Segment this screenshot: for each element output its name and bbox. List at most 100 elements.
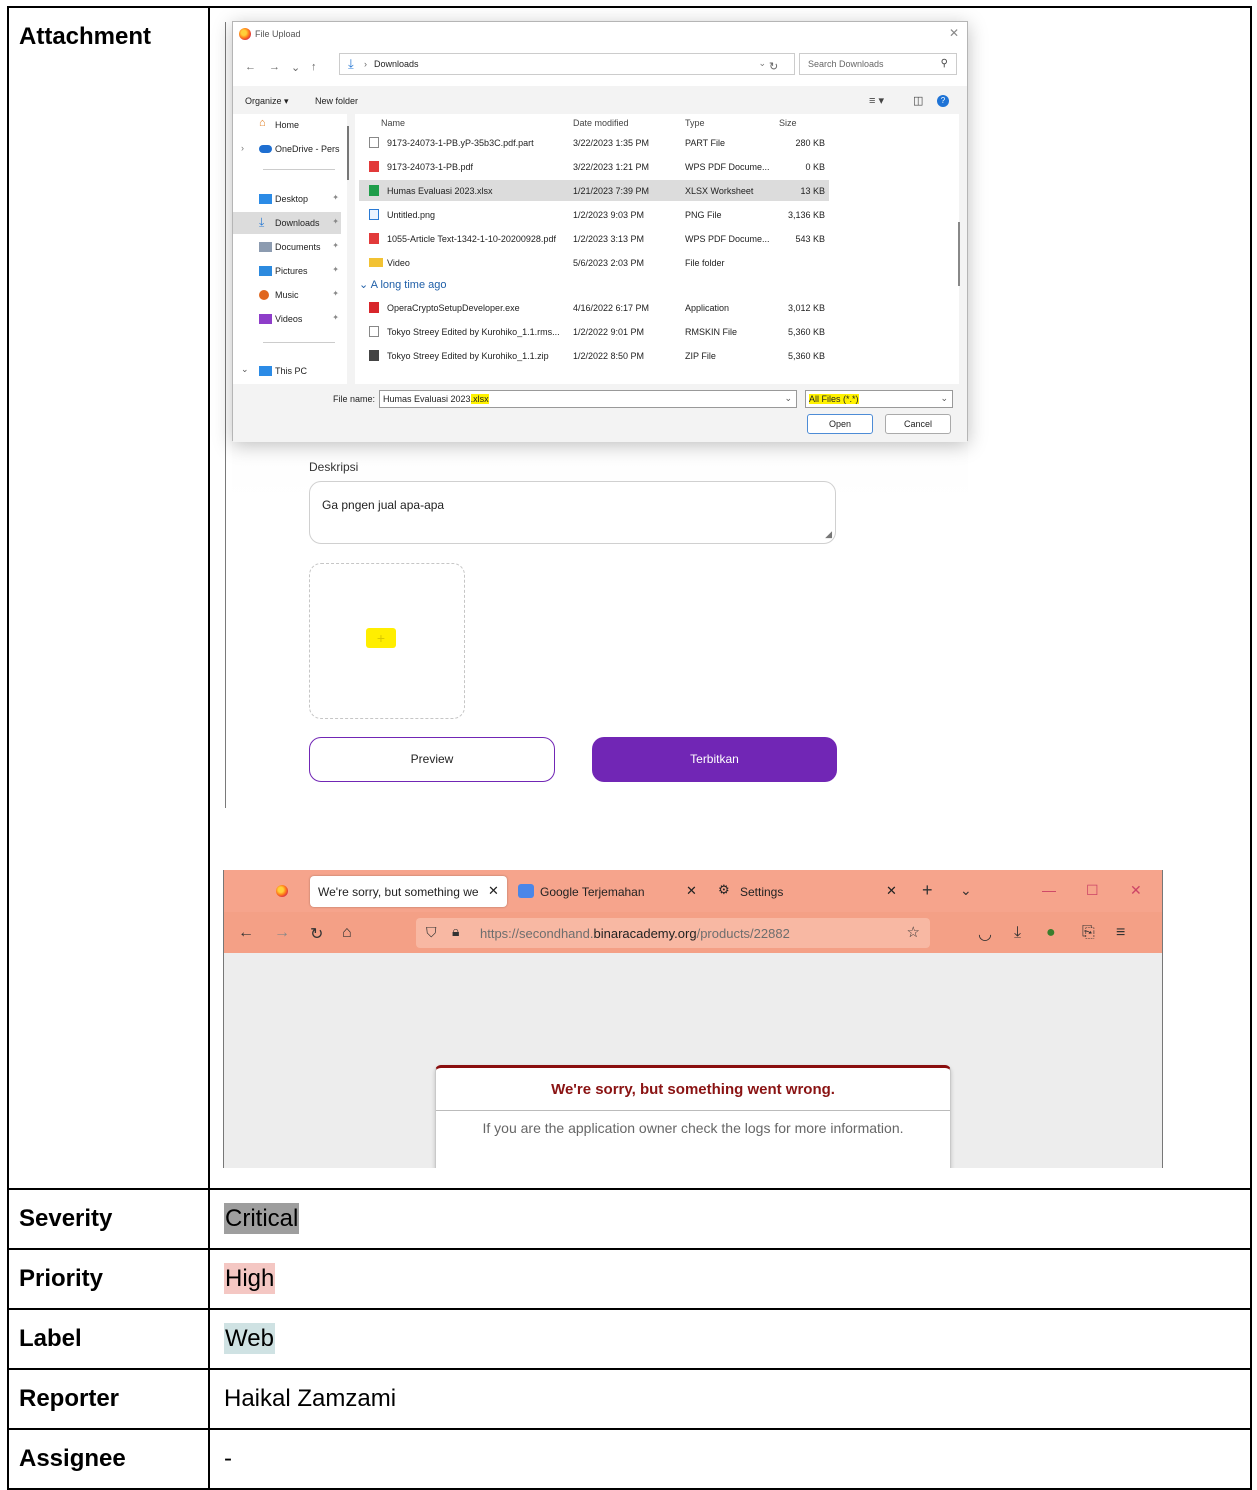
nav-item-desktop[interactable]: Desktop ✦: [233, 188, 341, 210]
expand-chevron-icon[interactable]: ›: [241, 143, 244, 153]
firefox-logo-icon[interactable]: [276, 885, 288, 897]
reporter-label: Reporter: [7, 1368, 210, 1430]
help-icon[interactable]: ?: [937, 95, 949, 107]
column-type[interactable]: Type: [685, 118, 705, 128]
file-row[interactable]: 9173-24073-1-PB.pdf 3/22/2023 1:21 PM WP…: [359, 156, 829, 177]
cancel-button[interactable]: Cancel: [885, 414, 951, 434]
tab-error[interactable]: We're sorry, but something went wrong ✕: [310, 876, 507, 907]
extension-icon[interactable]: ●: [1046, 924, 1056, 942]
file-row[interactable]: 1055-Article Text-1342-1-10-20200928.pdf…: [359, 228, 829, 249]
file-row[interactable]: 9173-24073-1-PB.yP-35b3C.pdf.part 3/22/2…: [359, 132, 829, 153]
assignee-value: -: [208, 1428, 1252, 1490]
folder-icon: [369, 258, 383, 267]
search-input[interactable]: Search Downloads ⚲: [799, 53, 957, 75]
column-size[interactable]: Size: [779, 118, 797, 128]
file-list-scrollbar[interactable]: [958, 222, 960, 286]
nav-item-documents[interactable]: Documents ✦: [233, 236, 341, 258]
nav-item-videos[interactable]: Videos ✦: [233, 308, 341, 330]
chevron-down-icon[interactable]: ⌄: [784, 393, 792, 404]
close-tab-icon[interactable]: ✕: [686, 883, 697, 899]
new-folder-button[interactable]: New folder: [315, 96, 358, 106]
file-icon: [369, 137, 379, 148]
back-arrow-icon[interactable]: ←: [238, 924, 254, 942]
chevron-down-icon[interactable]: ⌄: [940, 393, 948, 404]
maximize-icon[interactable]: ☐: [1086, 882, 1099, 899]
screenshot-edge: [225, 22, 226, 808]
close-icon[interactable]: ✕: [947, 26, 961, 40]
file-row[interactable]: Untitled.png 1/2/2023 9:03 PM PNG File 3…: [359, 204, 829, 225]
download-icon: ⤓: [259, 215, 265, 229]
pin-icon[interactable]: ✦: [332, 193, 339, 202]
forward-arrow-icon[interactable]: →: [274, 924, 290, 942]
path-bar[interactable]: ⤓ › Downloads ⌄: [339, 53, 795, 75]
bookmark-star-icon[interactable]: ☆: [907, 923, 920, 941]
file-row[interactable]: Tokyo Streey Edited by Kurohiko_1.1.rms.…: [359, 321, 829, 342]
close-tab-icon[interactable]: ✕: [488, 883, 499, 899]
forward-arrow-icon[interactable]: →: [269, 61, 280, 73]
menu-icon[interactable]: ≡: [1116, 924, 1125, 942]
close-window-icon[interactable]: ✕: [1130, 882, 1142, 899]
pin-icon[interactable]: ✦: [332, 289, 339, 298]
home-icon[interactable]: ⌂: [342, 924, 352, 942]
pocket-icon[interactable]: ◡: [978, 924, 992, 944]
lock-icon[interactable]: 🔒︎: [452, 923, 459, 940]
close-tab-icon[interactable]: ✕: [886, 883, 897, 899]
file-row-selected[interactable]: Humas Evaluasi 2023.xlsx 1/21/2023 7:39 …: [359, 180, 829, 201]
firefox-logo-icon: [239, 28, 251, 40]
url-bar[interactable]: ⛉ 🔒︎ https://secondhand.binaracademy.org…: [416, 918, 930, 948]
severity-cell: Critical: [208, 1188, 1252, 1250]
error-message: If you are the application owner check t…: [482, 1120, 904, 1136]
shield-icon[interactable]: ⛉: [426, 924, 437, 941]
back-arrow-icon[interactable]: ←: [245, 61, 256, 73]
priority-label: Priority: [7, 1248, 210, 1310]
path-dropdown-icon[interactable]: ⌄: [758, 58, 766, 69]
share-icon[interactable]: ⎘: [1082, 924, 1095, 942]
pin-icon[interactable]: ✦: [332, 217, 339, 226]
view-options-icon[interactable]: ≡ ▾: [869, 94, 884, 107]
dialog-titlebar: File Upload ✕: [233, 22, 967, 46]
download-icon: ⤓: [348, 56, 354, 71]
image-file-icon: [369, 209, 379, 220]
nav-item-this-pc[interactable]: ⌄ This PC: [233, 360, 341, 382]
file-row[interactable]: OperaCryptoSetupDeveloper.exe 4/16/2022 …: [359, 297, 829, 318]
pin-icon[interactable]: ✦: [332, 265, 339, 274]
nav-item-pictures[interactable]: Pictures ✦: [233, 260, 341, 282]
nav-item-onedrive[interactable]: › OneDrive - Pers: [233, 138, 341, 160]
pin-icon[interactable]: ✦: [332, 313, 339, 322]
up-arrow-icon[interactable]: ↑: [311, 61, 317, 73]
filetype-select[interactable]: All Files (*.*) ⌄: [805, 390, 953, 408]
pin-icon[interactable]: ✦: [332, 241, 339, 250]
new-tab-icon[interactable]: +: [922, 880, 933, 901]
resize-grip-icon[interactable]: ◢: [825, 529, 832, 540]
collapse-chevron-icon[interactable]: ⌄: [241, 364, 249, 375]
nav-divider: [263, 169, 335, 170]
downloads-icon[interactable]: ⤓: [1014, 924, 1021, 942]
priority-value: High: [224, 1263, 276, 1294]
image-upload-dropzone[interactable]: +: [309, 563, 465, 719]
refresh-icon[interactable]: ↻: [769, 60, 778, 73]
file-row[interactable]: Video 5/6/2023 2:03 PM File folder: [359, 252, 829, 273]
nav-item-downloads[interactable]: ⤓ Downloads ✦: [233, 212, 341, 234]
organize-menu[interactable]: Organize ▾: [245, 96, 289, 107]
nav-scrollbar[interactable]: [347, 126, 349, 180]
file-row[interactable]: Tokyo Streey Edited by Kurohiko_1.1.zip …: [359, 345, 829, 366]
publish-button[interactable]: Terbitkan: [592, 737, 837, 782]
filename-input[interactable]: Humas Evaluasi 2023.xlsx ⌄: [379, 390, 797, 408]
preview-pane-icon[interactable]: ◫: [913, 94, 923, 107]
chevron-down-icon[interactable]: ⌄: [291, 61, 300, 74]
tab-google-terjemahan[interactable]: Google Terjemahan ✕: [516, 876, 706, 907]
tab-settings[interactable]: ⚙ Settings ✕: [718, 876, 898, 907]
minimize-icon[interactable]: —: [1042, 882, 1056, 898]
nav-item-music[interactable]: Music ✦: [233, 284, 341, 306]
screenshot-file-upload: Deskripsi Ga pngen jual apa-apa ◢ + Prev…: [210, 8, 990, 808]
gear-icon: ⚙: [718, 882, 730, 897]
tab-list-chevron-icon[interactable]: ⌄: [960, 882, 972, 899]
reload-icon[interactable]: ↻: [310, 924, 323, 944]
column-date[interactable]: Date modified: [573, 118, 629, 128]
open-button[interactable]: Open: [807, 414, 873, 434]
column-name[interactable]: Name: [381, 118, 405, 128]
group-header[interactable]: ⌄ A long time ago: [359, 278, 447, 291]
description-field[interactable]: Ga pngen jual apa-apa ◢: [309, 481, 836, 544]
preview-button[interactable]: Preview: [309, 737, 555, 782]
nav-item-home[interactable]: ⌂ Home: [233, 114, 341, 136]
